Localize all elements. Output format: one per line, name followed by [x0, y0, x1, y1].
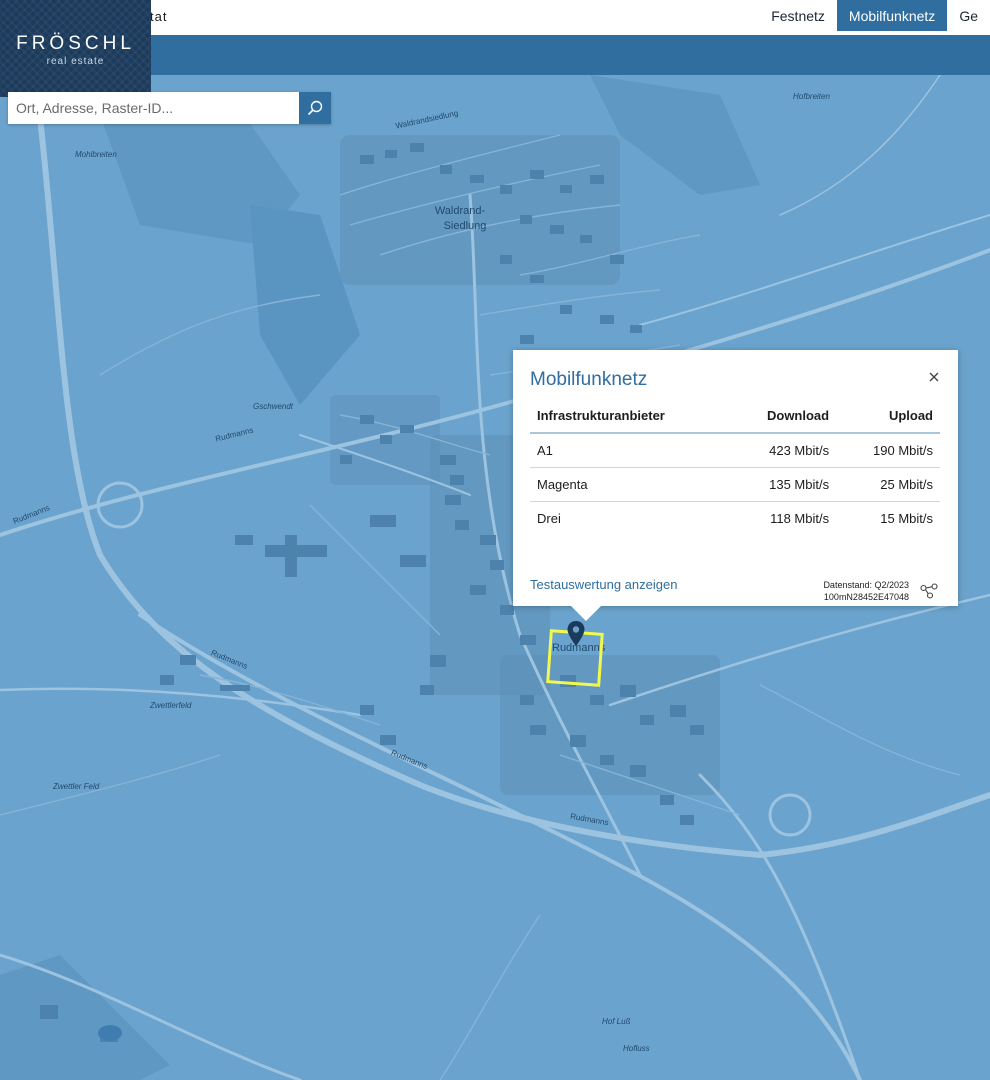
datenstand-text: Datenstand: Q2/2023 [823, 580, 909, 590]
upload-speed: 15 Mbit/s [880, 510, 933, 526]
provider-name: Drei [537, 510, 561, 526]
logo[interactable]: FRÖSCHL real estate [0, 0, 151, 97]
tab-mobilfunknetz[interactable]: Mobilfunknetz [836, 0, 948, 31]
map-label-zwettlerfeld: Zwettlerfeld [150, 701, 192, 710]
map-label-waldrand: Waldrand- [434, 205, 486, 217]
search-button[interactable] [299, 92, 331, 124]
column-header-provider: Infrastrukturanbieter [530, 398, 730, 434]
table-row: Drei 118 Mbit/s 15 Mbit/s [530, 501, 940, 535]
logo-brand: FRÖSCHL [16, 33, 135, 54]
raster-id-text: 100mN28452E47048 [823, 592, 909, 602]
map-label-gschwendt: Gschwendt [253, 402, 294, 411]
search-bar [8, 92, 331, 124]
provider-name: A1 [530, 433, 730, 468]
table-row: A1 423 Mbit/s 190 Mbit/s [530, 433, 940, 468]
map-label-hofluss: Hofluss [623, 1044, 650, 1053]
map-label-hof-luss: Hof Luß [602, 1017, 631, 1026]
page-title-fragment: tat [150, 9, 168, 24]
upload-speed: 190 Mbit/s [836, 433, 940, 468]
tab-ge[interactable]: Ge [947, 0, 990, 31]
popup-arrow [571, 606, 601, 621]
network-tabs: Festnetz Mobilfunknetz Ge [759, 0, 990, 35]
data-status: Datenstand: Q2/2023 100mN28452E47048 [823, 579, 909, 603]
search-input[interactable] [8, 92, 299, 124]
map-label-hofbreiten: Hofbreiten [793, 92, 830, 101]
mobilfunk-popup: Mobilfunknetz Infrastrukturanbieter Down… [513, 350, 958, 621]
map-label-mohlbreiten: Mohlbreiten [75, 150, 117, 159]
share-icon[interactable] [920, 583, 938, 599]
logo-subtitle: real estate [46, 56, 105, 67]
column-header-upload: Upload [836, 398, 940, 434]
download-speed: 135 Mbit/s [729, 467, 837, 502]
upload-speed: 25 Mbit/s [836, 467, 940, 502]
provider-name: Magenta [530, 467, 730, 502]
test-evaluation-link[interactable]: Testauswertung anzeigen [530, 577, 677, 592]
popup-title: Mobilfunknetz [530, 369, 648, 390]
map-label-siedlung: Siedlung [443, 220, 487, 232]
provider-table: Infrastrukturanbieter Download Upload A1… [530, 398, 940, 535]
table-header-row: Infrastrukturanbieter Download Upload [530, 398, 940, 434]
location-marker-icon[interactable] [566, 620, 586, 648]
tab-festnetz[interactable]: Festnetz [759, 0, 837, 31]
map-label-zwettler-feld: Zwettler Feld [53, 782, 100, 791]
table-row: Magenta 135 Mbit/s 25 Mbit/s [530, 467, 940, 502]
column-header-download: Download [729, 398, 837, 434]
close-icon[interactable] [927, 370, 941, 384]
search-icon [307, 100, 323, 116]
download-speed: 118 Mbit/s [770, 510, 830, 526]
download-speed: 423 Mbit/s [729, 433, 837, 468]
